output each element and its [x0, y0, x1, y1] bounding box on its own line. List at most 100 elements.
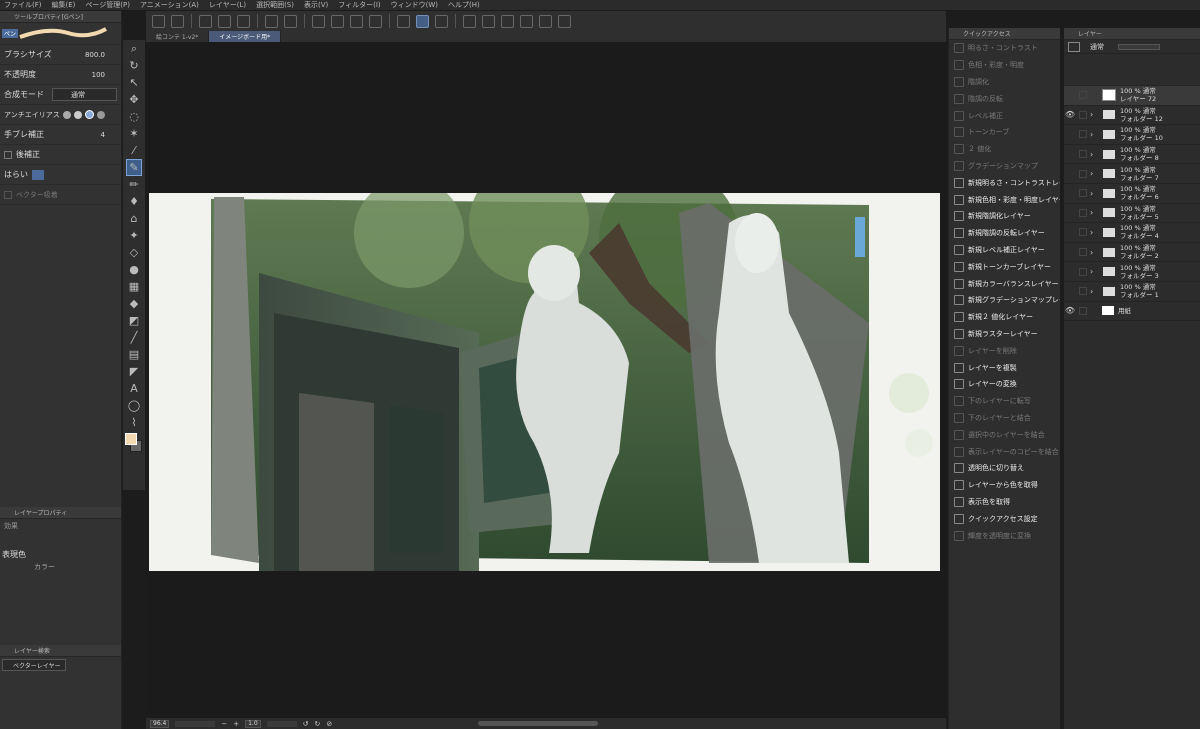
- redo-icon[interactable]: [284, 14, 297, 28]
- vector-snap-checkbox[interactable]: [4, 190, 12, 199]
- quick-access-item[interactable]: 新規カラーバランスレイヤー: [949, 275, 1060, 292]
- flip-icon[interactable]: [501, 14, 514, 28]
- menu-item-2[interactable]: ページ管理(P): [85, 0, 130, 10]
- rotate-cw-icon[interactable]: ↻: [315, 720, 321, 728]
- expression-color-select[interactable]: カラー: [34, 562, 55, 572]
- quick-access-item[interactable]: 新規グラデーションマップレイヤー: [949, 292, 1060, 309]
- zoom-slider[interactable]: [175, 720, 216, 727]
- layer-row[interactable]: › 100 % 通常 フォルダー 6: [1064, 184, 1200, 204]
- menu-item-7[interactable]: フィルター(I): [338, 0, 380, 10]
- layer-lock-box[interactable]: [1079, 287, 1087, 296]
- main-color-swatch[interactable]: [125, 433, 137, 445]
- fill-icon[interactable]: [331, 14, 344, 28]
- taper-indicator[interactable]: [32, 169, 44, 180]
- layer-row[interactable]: › 100 % 通常 フォルダー 8: [1064, 145, 1200, 165]
- expand-chevron-icon[interactable]: ›: [1090, 287, 1098, 296]
- quick-access-item[interactable]: 透明色に切り替え: [949, 460, 1060, 477]
- layer-lock-box[interactable]: [1079, 306, 1087, 315]
- layer-lock-box[interactable]: [1079, 189, 1087, 198]
- menu-item-9[interactable]: ヘルプ(H): [448, 0, 480, 10]
- expand-chevron-icon[interactable]: ›: [1090, 150, 1098, 159]
- stabilization-value[interactable]: 4: [101, 131, 105, 139]
- rotate-right-icon[interactable]: [482, 14, 495, 28]
- pencil-tool-icon[interactable]: ✏: [126, 176, 142, 193]
- visibility-eye-icon[interactable]: 👁: [1064, 110, 1076, 119]
- color-swatch[interactable]: [125, 433, 143, 455]
- blend-tool-icon[interactable]: ●: [126, 261, 142, 278]
- quick-access-item[interactable]: 新規色相・彩度・明度レイヤー: [949, 191, 1060, 208]
- quick-access-item[interactable]: 新規トーンカーブレイヤー: [949, 258, 1060, 275]
- expand-chevron-icon[interactable]: ›: [1090, 208, 1098, 217]
- opacity-value[interactable]: 100: [92, 71, 105, 79]
- layer-row[interactable]: › 100 % 通常 フォルダー 7: [1064, 164, 1200, 184]
- open-file-icon[interactable]: [218, 14, 231, 28]
- layer-lock-box[interactable]: [1079, 248, 1087, 257]
- layer-row[interactable]: 100 % 通常 レイヤー 72: [1064, 86, 1200, 106]
- deselect-icon[interactable]: [350, 14, 363, 28]
- figure-tool-icon[interactable]: ╱: [126, 329, 142, 346]
- expand-chevron-icon[interactable]: ›: [1090, 169, 1098, 178]
- brush-tool-icon[interactable]: ♦: [126, 193, 142, 210]
- post-correction-checkbox[interactable]: [4, 150, 12, 159]
- rotate-view-icon[interactable]: ↻: [126, 57, 142, 74]
- pen-tilt-icon[interactable]: [435, 14, 448, 28]
- layer-row[interactable]: › 100 % 通常 フォルダー 5: [1064, 204, 1200, 224]
- menu-item-3[interactable]: アニメーション(A): [140, 0, 199, 10]
- menu-item-4[interactable]: レイヤー(L): [209, 0, 246, 10]
- rotate-ccw-icon[interactable]: ↺: [303, 720, 309, 728]
- invert-icon[interactable]: [369, 14, 382, 28]
- aa-strong-icon[interactable]: [96, 110, 105, 119]
- layer-lock-box[interactable]: [1079, 228, 1087, 237]
- vector-snap-row[interactable]: ベクター吸着: [0, 185, 121, 205]
- ruler-tool-icon[interactable]: ◤: [126, 363, 142, 380]
- quick-access-item[interactable]: 新規階調の反転レイヤー: [949, 225, 1060, 242]
- pen-pressure-icon[interactable]: [397, 14, 410, 28]
- layer-lock-box[interactable]: [1079, 150, 1087, 159]
- balloon-tool-icon[interactable]: ◯: [126, 397, 142, 414]
- zoom-readout[interactable]: 96.4: [150, 719, 170, 728]
- expand-chevron-icon[interactable]: ›: [1090, 189, 1098, 198]
- frame-tool-icon[interactable]: ▦: [126, 278, 142, 295]
- quick-access-item[interactable]: レイヤーを複製: [949, 359, 1060, 376]
- menu-item-5[interactable]: 選択範囲(S): [256, 0, 294, 10]
- zoom-out-icon[interactable]: −: [221, 720, 227, 728]
- aa-none-icon[interactable]: [62, 110, 71, 119]
- layer-opacity-slider[interactable]: [1118, 43, 1160, 50]
- magic-wand-icon[interactable]: ✶: [126, 125, 142, 142]
- frame-border-icon[interactable]: ▤: [126, 346, 142, 363]
- angle-slider[interactable]: [266, 720, 297, 727]
- decoration-tool-icon[interactable]: ✦: [126, 227, 142, 244]
- quick-access-item[interactable]: 新規階調化レイヤー: [949, 208, 1060, 225]
- move-tool-icon[interactable]: ✥: [126, 91, 142, 108]
- layer-row[interactable]: › 100 % 通常 フォルダー 10: [1064, 125, 1200, 145]
- expand-chevron-icon[interactable]: ›: [1090, 110, 1098, 119]
- layer-blend-select[interactable]: 通常: [1090, 42, 1104, 52]
- menu-item-0[interactable]: ファイル(F): [4, 0, 42, 10]
- pen-tool-icon[interactable]: ✎: [126, 159, 142, 176]
- taper-row[interactable]: はらい: [0, 165, 121, 185]
- blend-mode-select[interactable]: 通常: [52, 88, 117, 101]
- operation-tool-icon[interactable]: ↖: [126, 74, 142, 91]
- lasso-tool-icon[interactable]: ◌: [126, 108, 142, 125]
- layer-lock-box[interactable]: [1079, 169, 1087, 178]
- zoom-tool-icon[interactable]: ⌕: [126, 40, 142, 57]
- angle-readout[interactable]: 1.0: [245, 719, 261, 728]
- rotate-left-icon[interactable]: [463, 14, 476, 28]
- expand-chevron-icon[interactable]: ›: [1090, 267, 1098, 276]
- expand-chevron-icon[interactable]: ›: [1090, 130, 1098, 139]
- stabilization-row[interactable]: 手ブレ補正 4: [0, 125, 121, 145]
- quick-access-item[interactable]: 新規ラスターレイヤー: [949, 326, 1060, 343]
- layer-lock-box[interactable]: [1079, 110, 1087, 119]
- reset-rotation-icon[interactable]: ⊘: [326, 720, 332, 728]
- text-tool-icon[interactable]: A: [126, 380, 142, 397]
- brush-size-row[interactable]: ブラシサイズ 800.0: [0, 45, 121, 65]
- zoom-in-icon[interactable]: +: [233, 720, 239, 728]
- opacity-row[interactable]: 不透明度 100: [0, 65, 121, 85]
- quick-access-item[interactable]: レイヤーの変換: [949, 376, 1060, 393]
- display-icon[interactable]: [171, 14, 184, 28]
- menu-item-6[interactable]: 表示(V): [304, 0, 328, 10]
- horizontal-scrollbar[interactable]: [478, 721, 599, 726]
- save-icon[interactable]: [237, 14, 250, 28]
- expand-chevron-icon[interactable]: ›: [1090, 228, 1098, 237]
- fill-tool-icon[interactable]: ◆: [126, 295, 142, 312]
